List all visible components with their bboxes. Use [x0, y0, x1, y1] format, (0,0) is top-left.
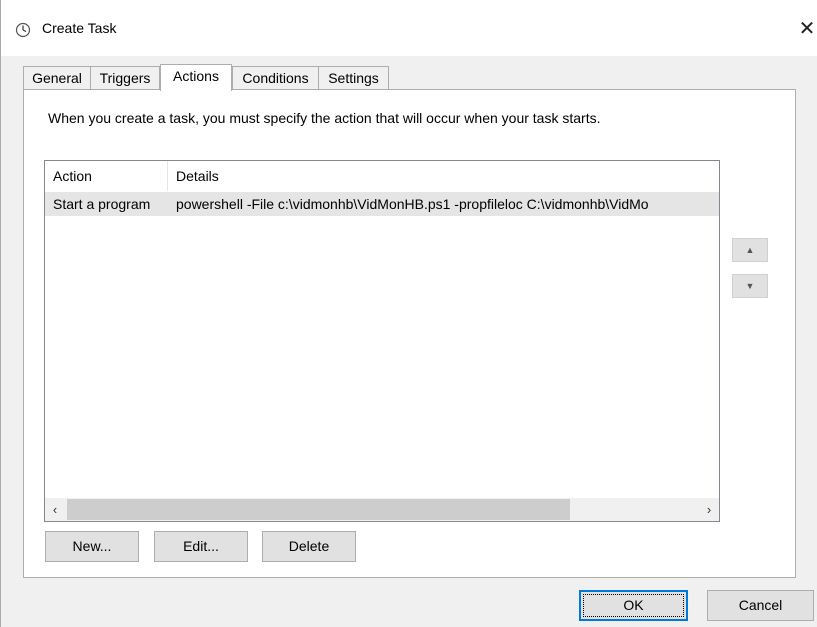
actions-tab-panel: When you create a task, you must specify…	[23, 89, 796, 578]
tab-settings[interactable]: Settings	[318, 66, 389, 90]
scrollbar-thumb[interactable]	[67, 499, 570, 520]
move-down-button[interactable]: ▼	[732, 274, 768, 298]
list-header: Action Details	[45, 161, 719, 191]
arrow-up-icon: ▲	[745, 245, 755, 255]
tab-label: Settings	[328, 70, 379, 86]
tab-label: Conditions	[242, 70, 309, 86]
new-action-button[interactable]: New...	[45, 531, 139, 562]
column-header-details[interactable]: Details	[168, 161, 719, 191]
table-row[interactable]: Start a program powershell -File c:\vidm…	[45, 192, 719, 216]
arrow-down-icon: ▼	[745, 281, 755, 291]
window-title: Create Task	[42, 20, 117, 36]
tab-conditions[interactable]: Conditions	[232, 66, 319, 90]
cell-action: Start a program	[53, 196, 151, 212]
column-header-action[interactable]: Action	[45, 161, 168, 191]
tab-general[interactable]: General	[23, 66, 91, 90]
scroll-right-icon[interactable]: ›	[699, 498, 719, 521]
create-task-dialog: Create Task ✕ General Triggers Actions C…	[0, 0, 817, 627]
horizontal-scrollbar[interactable]: ‹ ›	[45, 498, 719, 521]
edit-action-button[interactable]: Edit...	[154, 531, 248, 562]
clock-icon	[15, 22, 31, 38]
ok-button[interactable]: OK	[579, 590, 688, 621]
cell-details: powershell -File c:\vidmonhb\VidMonHB.ps…	[176, 196, 649, 212]
delete-action-button[interactable]: Delete	[262, 531, 356, 562]
close-button[interactable]: ✕	[796, 14, 817, 44]
tab-label: General	[32, 70, 82, 86]
title-bar: Create Task ✕	[1, 0, 817, 56]
tab-label: Triggers	[99, 70, 151, 86]
cancel-button[interactable]: Cancel	[707, 590, 814, 621]
tab-triggers[interactable]: Triggers	[90, 66, 160, 90]
tab-label: Actions	[173, 68, 219, 84]
move-up-button[interactable]: ▲	[732, 238, 768, 262]
actions-intro-text: When you create a task, you must specify…	[48, 110, 601, 126]
tab-actions[interactable]: Actions	[160, 64, 232, 91]
close-icon: ✕	[798, 18, 816, 40]
actions-list[interactable]: Action Details Start a program powershel…	[44, 160, 720, 522]
scroll-left-icon[interactable]: ‹	[45, 498, 65, 521]
